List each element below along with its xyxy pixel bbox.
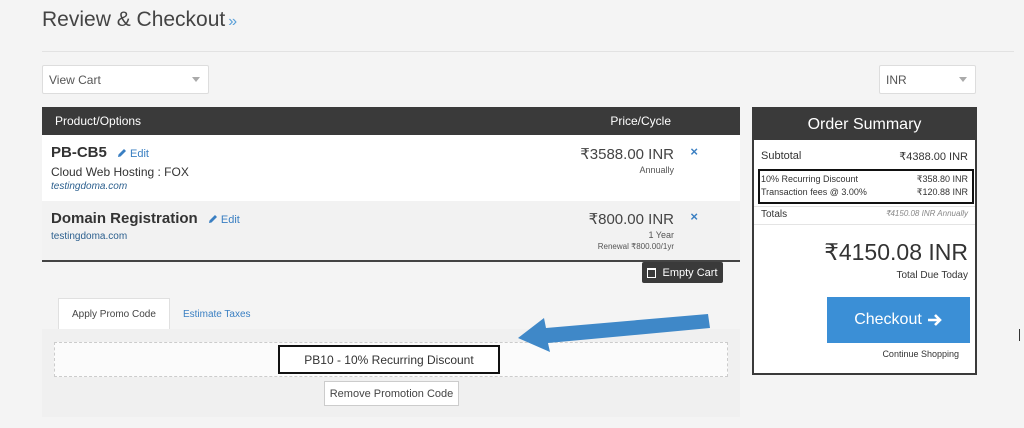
edit-link[interactable]: Edit — [117, 148, 149, 160]
remove-promotion-code-button[interactable]: Remove Promotion Code — [324, 381, 459, 406]
trash-icon — [647, 267, 657, 278]
edit-link-label: Edit — [220, 214, 240, 226]
order-summary: Order Summary Subtotal ₹4388.00 INR 10% … — [752, 107, 977, 375]
product-domain: testingdoma.com — [51, 181, 128, 192]
item-price: ₹800.00 INR — [588, 211, 674, 228]
subtotal-row: Subtotal ₹4388.00 INR — [761, 150, 968, 163]
tab-estimate-taxes[interactable]: Estimate Taxes — [170, 298, 264, 330]
fee-row: Transaction fees @ 3.00% ₹120.88 INR — [761, 187, 968, 198]
page-title: Review & Checkout» — [42, 8, 237, 32]
fee-value: ₹120.88 INR — [916, 187, 968, 197]
product-name-text: Domain Registration — [51, 210, 198, 227]
applied-promo-code: PB10 - 10% Recurring Discount — [278, 345, 500, 374]
product-group: Cloud Web Hosting : FOX — [51, 165, 189, 179]
cart-item-row: PB-CB5 Edit Cloud Web Hosting : FOX test… — [42, 135, 740, 201]
chevron-down-icon — [959, 77, 967, 82]
cart-item-row: Domain Registration Edit testingdoma.com… — [42, 201, 740, 260]
pencil-icon — [208, 215, 217, 223]
product-domain: testingdoma.com — [51, 231, 128, 242]
remove-item-icon[interactable]: × — [690, 144, 698, 159]
pencil-icon — [118, 149, 127, 157]
chevron-down-icon — [192, 77, 200, 82]
remove-item-icon[interactable]: × — [690, 209, 698, 224]
arrow-right-icon — [927, 314, 942, 326]
cart-table-header: Product/Options Price/Cycle — [42, 107, 740, 135]
product-name-text: PB-CB5 — [51, 144, 107, 161]
title-suffix: » — [228, 13, 238, 30]
empty-cart-label: Empty Cart — [662, 266, 718, 279]
edit-link[interactable]: Edit — [208, 214, 240, 226]
promo-tabs: Apply Promo Code Estimate Taxes — [58, 298, 264, 330]
annotation-arrow-icon — [518, 314, 710, 352]
totals-row: Totals ₹4150.08 INR Annually — [761, 209, 968, 220]
discount-value: ₹358.80 INR — [916, 174, 968, 184]
product-name: Domain Registration Edit — [51, 210, 240, 227]
currency-select[interactable]: INR — [879, 65, 976, 94]
checkout-label: Checkout — [854, 311, 922, 328]
text-cursor-icon — [1019, 329, 1023, 341]
view-cart-select[interactable]: View Cart — [42, 65, 209, 94]
order-summary-title: Order Summary — [754, 109, 975, 140]
empty-cart-button[interactable]: Empty Cart — [642, 262, 723, 283]
total-due-label: Total Due Today — [896, 270, 968, 281]
totals-value: ₹4150.08 INR Annually — [885, 209, 968, 218]
item-cycle: 1 Year — [648, 230, 674, 240]
total-due-amount: ₹4150.08 INR — [824, 239, 968, 265]
subtotal-label: Subtotal — [761, 150, 802, 162]
item-cycle: Annually — [639, 165, 674, 175]
summary-divider — [754, 206, 975, 207]
subtotal-value: ₹4388.00 INR — [899, 151, 968, 163]
continue-shopping-link[interactable]: Continue Shopping — [882, 349, 959, 359]
discount-row: 10% Recurring Discount ₹358.80 INR — [761, 174, 968, 185]
item-price: ₹3588.00 INR — [580, 146, 674, 163]
view-cart-select-value: View Cart — [49, 72, 101, 87]
fee-label: Transaction fees @ 3.00% — [761, 187, 867, 197]
summary-divider — [754, 224, 975, 225]
edit-link-label: Edit — [130, 148, 149, 160]
currency-select-value: INR — [886, 72, 907, 87]
column-header-price: Price/Cycle — [610, 114, 671, 128]
tab-apply-promo-code[interactable]: Apply Promo Code — [58, 298, 170, 330]
title-divider — [42, 51, 1014, 52]
cart-table: Product/Options Price/Cycle PB-CB5 Edit … — [42, 107, 740, 262]
checkout-button[interactable]: Checkout — [827, 297, 970, 343]
page-title-text: Review & Checkout — [42, 8, 226, 31]
totals-label: Totals — [761, 209, 788, 220]
discount-label: 10% Recurring Discount — [761, 174, 859, 184]
item-renewal: Renewal ₹800.00/1yr — [597, 242, 674, 251]
column-header-product: Product/Options — [55, 114, 142, 128]
product-name: PB-CB5 Edit — [51, 144, 149, 161]
